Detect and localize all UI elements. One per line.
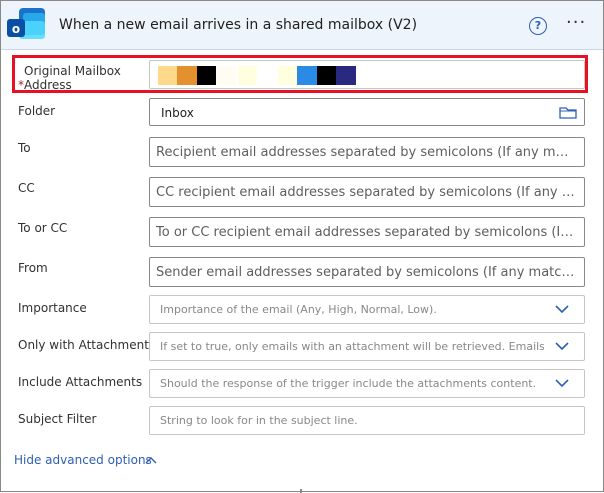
chevron-down-icon[interactable] <box>554 302 570 316</box>
card-title: When a new email arrives in a shared mai… <box>59 17 418 33</box>
cc-placeholder: CC recipient email addresses separated b… <box>156 185 576 200</box>
cc-label: CC <box>18 181 35 195</box>
hide-advanced-options-link[interactable]: Hide advanced options <box>14 453 152 467</box>
subject-filter-input[interactable]: String to look for in the subject line. <box>149 406 585 435</box>
only-attachments-dropdown[interactable]: If set to true, only emails with an atta… <box>149 332 585 361</box>
subject-filter-placeholder: String to look for in the subject line. <box>160 414 358 427</box>
connector-line <box>300 489 302 493</box>
only-attachments-placeholder: If set to true, only emails with an atta… <box>160 340 544 353</box>
from-input[interactable]: Sender email addresses separated by semi… <box>149 257 585 287</box>
chevron-up-icon[interactable] <box>144 455 158 465</box>
chevron-down-icon[interactable] <box>554 376 570 390</box>
to-or-cc-label: To or CC <box>18 221 68 235</box>
more-options-icon[interactable]: ··· <box>566 14 588 35</box>
subject-filter-label: Subject Filter <box>18 412 97 426</box>
help-icon[interactable]: ? <box>529 17 547 35</box>
chevron-down-icon[interactable] <box>554 339 570 353</box>
include-attachments-label: Include Attachments <box>18 375 143 389</box>
include-attachments-dropdown[interactable]: Should the response of the trigger inclu… <box>149 369 585 398</box>
mailbox-address-input[interactable] <box>149 60 585 89</box>
folder-icon[interactable] <box>559 106 577 119</box>
folder-input[interactable]: Inbox <box>149 98 585 126</box>
from-label: From <box>18 261 48 275</box>
cc-input[interactable]: CC recipient email addresses separated b… <box>149 177 585 207</box>
to-label: To <box>18 141 31 155</box>
include-attachments-placeholder: Should the response of the trigger inclu… <box>160 377 537 390</box>
to-or-cc-placeholder: To or CC recipient email addresses separ… <box>156 225 576 240</box>
outlook-icon: o <box>7 8 45 39</box>
folder-value: Inbox <box>161 106 194 120</box>
folder-label: Folder <box>18 104 56 118</box>
to-input[interactable]: Recipient email addresses separated by s… <box>149 137 585 167</box>
importance-dropdown[interactable]: Importance of the email (Any, High, Norm… <box>149 295 585 324</box>
trigger-card: o When a new email arrives in a shared m… <box>0 0 604 492</box>
to-or-cc-input[interactable]: To or CC recipient email addresses separ… <box>149 217 585 247</box>
to-placeholder: Recipient email addresses separated by s… <box>156 145 576 160</box>
mailbox-label: *Original Mailbox Address <box>18 64 121 92</box>
importance-placeholder: Importance of the email (Any, High, Norm… <box>160 303 437 316</box>
only-attachments-label: Only with Attachments <box>18 338 156 352</box>
from-placeholder: Sender email addresses separated by semi… <box>156 265 576 280</box>
svg-text:o: o <box>12 22 20 36</box>
importance-label: Importance <box>18 301 87 315</box>
card-header[interactable]: o When a new email arrives in a shared m… <box>1 1 603 50</box>
